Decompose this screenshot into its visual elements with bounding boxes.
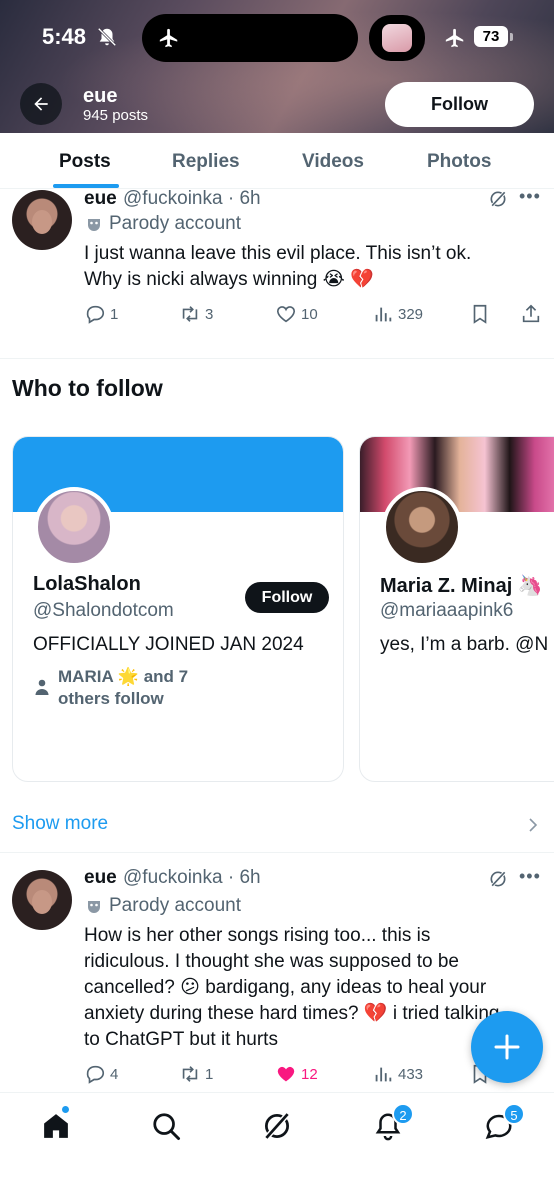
tab-videos[interactable]: Videos bbox=[302, 151, 364, 173]
reply-button[interactable]: 1 bbox=[84, 301, 118, 327]
tweet-text-line: How is her other songs rising too... thi… bbox=[84, 925, 431, 946]
tab-photos[interactable]: Photos bbox=[427, 151, 491, 173]
reply-button[interactable]: 4 bbox=[84, 1061, 118, 1087]
profile-tabs: Posts Replies Videos Photos bbox=[0, 133, 554, 189]
home-icon[interactable] bbox=[41, 1111, 71, 1141]
card-handle[interactable]: @mariaaapink6 bbox=[380, 600, 513, 622]
compose-button[interactable] bbox=[471, 1011, 543, 1083]
reply-count: 4 bbox=[110, 1065, 119, 1083]
back-arrow-icon bbox=[34, 97, 48, 111]
views-icon bbox=[375, 307, 392, 322]
views-button[interactable]: 329 bbox=[372, 301, 423, 327]
tweet-text-line: anxiety during these hard times? 💔 i tri… bbox=[84, 1003, 500, 1024]
avatar[interactable] bbox=[12, 870, 72, 930]
tweet-actions: 1 3 10 329 bbox=[84, 301, 544, 327]
tweet-text-line: ridiculous. I thought she was supposed t… bbox=[84, 951, 459, 972]
live-activity-thumbnail bbox=[382, 24, 412, 52]
follow-button[interactable]: Follow bbox=[385, 82, 534, 127]
profile-header: 5:48 73 eue 945 posts Follow bbox=[0, 0, 554, 133]
like-button[interactable]: 10 bbox=[275, 301, 318, 327]
search-icon[interactable] bbox=[151, 1111, 181, 1141]
tweet-handle[interactable]: @fuckoinka · 6h bbox=[123, 188, 261, 210]
airplane-icon bbox=[159, 28, 178, 48]
view-count: 329 bbox=[398, 305, 424, 323]
show-more-link[interactable]: Show more bbox=[12, 813, 108, 835]
post-count: 945 posts bbox=[83, 107, 149, 124]
repost-icon bbox=[182, 1066, 198, 1082]
social-context-line: others follow bbox=[58, 689, 164, 708]
tweet-author-name[interactable]: eue bbox=[84, 867, 117, 889]
share-button[interactable] bbox=[520, 301, 546, 327]
like-button[interactable]: 12 bbox=[275, 1061, 318, 1087]
tweet-text-line: Why is nicki always winning 😭 💔 bbox=[84, 269, 374, 290]
reply-icon bbox=[86, 1065, 105, 1084]
avatar[interactable] bbox=[34, 487, 114, 567]
grok-icon[interactable] bbox=[488, 869, 508, 889]
parody-mask-icon bbox=[88, 219, 100, 231]
tweet-text-line: I just wanna leave this evil place. This… bbox=[84, 243, 472, 264]
tweet-text: I just wanna leave this evil place. This… bbox=[84, 241, 544, 293]
plus-icon bbox=[494, 1034, 520, 1060]
airplane-mode-icon bbox=[445, 28, 464, 48]
card-bio: OFFICIALLY JOINED JAN 2024 bbox=[33, 634, 304, 655]
view-count: 433 bbox=[398, 1065, 424, 1083]
card-name[interactable]: Maria Z. Minaj 🦄 bbox=[380, 573, 543, 598]
bottom-navigation: 2 5 bbox=[0, 1092, 554, 1200]
bell-muted-icon bbox=[97, 27, 117, 47]
notifications-badge: 2 bbox=[392, 1103, 414, 1125]
parody-label: Parody account bbox=[109, 213, 242, 234]
heart-icon bbox=[276, 306, 296, 323]
tab-posts[interactable]: Posts bbox=[59, 151, 111, 173]
back-button[interactable] bbox=[20, 83, 62, 125]
avatar[interactable] bbox=[382, 487, 462, 567]
repost-count: 3 bbox=[205, 305, 214, 323]
grok-icon[interactable] bbox=[488, 189, 508, 209]
bookmark-icon bbox=[473, 304, 487, 324]
repost-icon bbox=[182, 306, 198, 322]
battery-nub bbox=[510, 33, 513, 41]
parody-mask-icon bbox=[88, 901, 100, 913]
person-icon bbox=[35, 679, 49, 695]
social-context: MARIA 🌟 and 7 others follow bbox=[58, 666, 188, 710]
reply-count: 1 bbox=[110, 305, 119, 323]
card-follow-button[interactable]: Follow bbox=[245, 582, 329, 613]
social-context-line: MARIA 🌟 and 7 bbox=[58, 667, 189, 686]
like-count: 12 bbox=[301, 1065, 318, 1083]
repost-button[interactable]: 1 bbox=[179, 1061, 213, 1087]
bookmark-button[interactable] bbox=[469, 301, 495, 327]
tab-replies[interactable]: Replies bbox=[172, 151, 240, 173]
divider bbox=[0, 358, 554, 359]
parody-label: Parody account bbox=[109, 895, 242, 916]
profile-name: eue bbox=[83, 85, 118, 107]
tweet-text-line: cancelled? 😕 bardigang, any ideas to hea… bbox=[84, 977, 487, 998]
card-banner bbox=[360, 437, 554, 512]
grok-icon[interactable] bbox=[262, 1111, 292, 1141]
tweet-author-name[interactable]: eue bbox=[84, 188, 117, 210]
who-to-follow-title: Who to follow bbox=[12, 375, 163, 401]
card-handle[interactable]: @Shalondotcom bbox=[33, 600, 174, 622]
views-button[interactable]: 433 bbox=[372, 1061, 423, 1087]
messages-badge: 5 bbox=[503, 1103, 525, 1125]
dynamic-island bbox=[142, 14, 358, 62]
more-options-icon[interactable]: ••• bbox=[519, 186, 541, 207]
views-icon bbox=[375, 1067, 392, 1082]
share-icon bbox=[522, 304, 540, 323]
heart-filled-icon bbox=[277, 1066, 295, 1082]
battery-indicator: 73 bbox=[474, 26, 508, 47]
like-count: 10 bbox=[301, 305, 318, 323]
chevron-right-icon[interactable] bbox=[528, 817, 538, 833]
divider bbox=[0, 852, 554, 853]
live-activity[interactable] bbox=[369, 15, 425, 61]
card-bio: yes, I’m a barb. @N bbox=[380, 634, 549, 655]
repost-count: 1 bbox=[205, 1065, 214, 1083]
avatar[interactable] bbox=[12, 190, 72, 250]
status-time: 5:48 bbox=[42, 24, 87, 49]
home-unread-dot bbox=[61, 1105, 70, 1114]
repost-button[interactable]: 3 bbox=[179, 301, 213, 327]
tweet-handle[interactable]: @fuckoinka · 6h bbox=[123, 867, 261, 889]
more-options-icon[interactable]: ••• bbox=[519, 866, 541, 887]
reply-icon bbox=[86, 305, 105, 324]
card-name[interactable]: LolaShalon bbox=[33, 573, 141, 596]
